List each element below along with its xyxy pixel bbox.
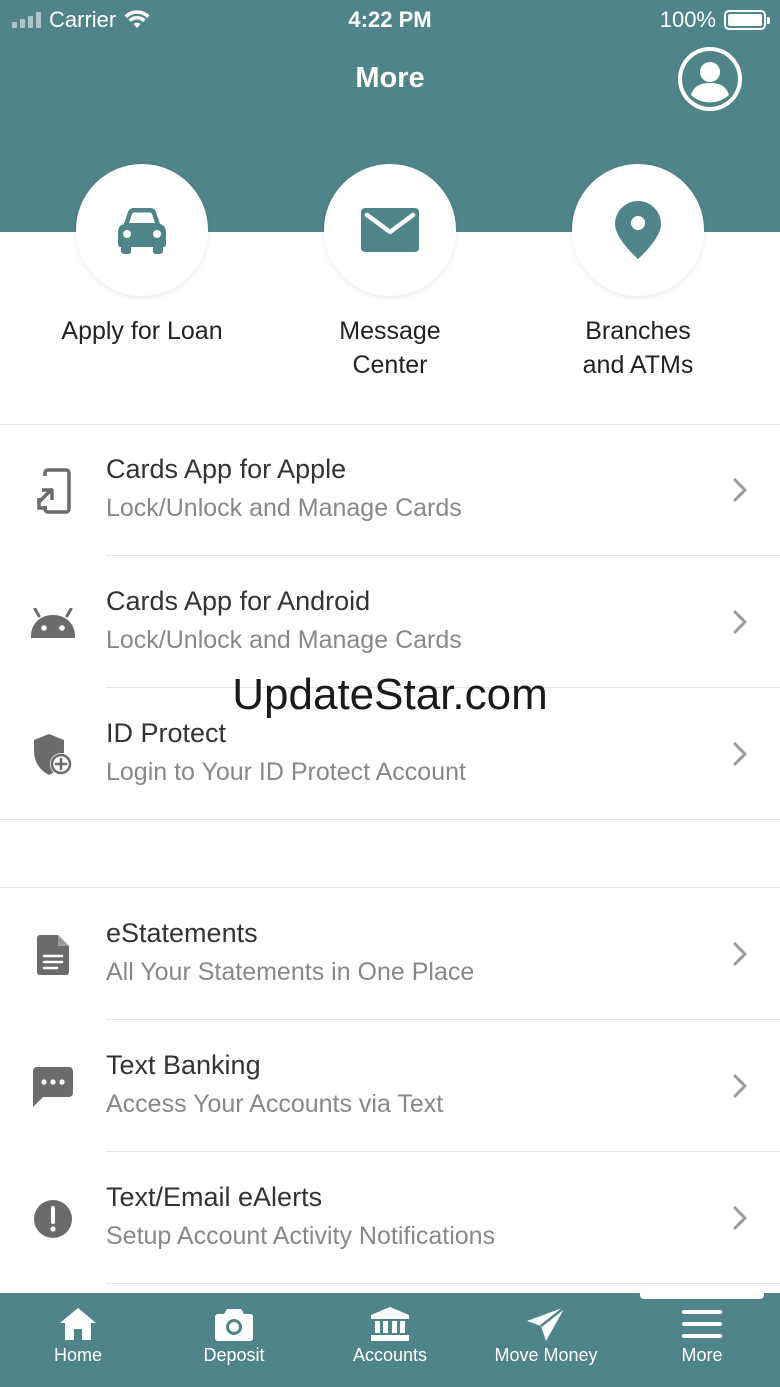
quick-action-circle — [572, 164, 704, 296]
quick-action-circle — [324, 164, 456, 296]
document-icon — [28, 930, 78, 980]
chevron-right-icon — [733, 942, 747, 966]
chevron-right-icon — [733, 478, 747, 502]
shield-plus-icon — [28, 730, 78, 780]
tab-label: Accounts — [352, 1345, 428, 1365]
chevron-right-icon — [733, 610, 747, 634]
tab-deposit[interactable]: Deposit — [156, 1293, 312, 1387]
phone-app-icon — [28, 466, 78, 516]
list-item-estatements[interactable]: eStatements All Your Statements in One P… — [0, 888, 780, 1020]
branches-atms-button[interactable]: Branches and ATMs — [518, 164, 758, 382]
tab-home[interactable]: Home — [0, 1293, 156, 1387]
profile-button[interactable] — [678, 47, 742, 111]
list-item-text-email-ealerts[interactable]: Text/Email eAlerts Setup Account Activit… — [0, 1152, 780, 1284]
tab-label: Home — [53, 1345, 102, 1365]
android-icon — [28, 598, 78, 648]
tab-more[interactable]: More — [624, 1293, 780, 1387]
camera-icon — [215, 1309, 253, 1341]
tab-label: Move Money — [494, 1345, 598, 1365]
tab-bar: Home Deposit Accounts Move Money More — [0, 1293, 780, 1387]
list-item-title: Cards App for Android — [106, 586, 371, 616]
list-item-title: ID Protect — [106, 718, 227, 748]
status-right: 100% — [659, 7, 770, 33]
list-item-title: Text Banking — [106, 1050, 261, 1080]
apply-for-loan-button[interactable]: Apply for Loan — [22, 164, 262, 348]
tab-move-money[interactable]: Move Money — [468, 1293, 624, 1387]
user-icon — [678, 47, 742, 111]
home-icon — [60, 1308, 96, 1340]
chevron-right-icon — [733, 1074, 747, 1098]
quick-action-circle — [76, 164, 208, 296]
menu-icon — [682, 1310, 722, 1338]
tab-label: More — [681, 1345, 723, 1365]
quick-action-label: Branches and ATMs — [582, 317, 694, 379]
list-item-subtitle: Lock/Unlock and Manage Cards — [106, 494, 462, 522]
paper-plane-icon — [527, 1307, 565, 1341]
list-item-title: Text/Email eAlerts — [106, 1182, 323, 1212]
status-bar: Carrier 4:22 PM 100% — [0, 0, 780, 40]
list-item-cards-app-android[interactable]: Cards App for Android Lock/Unlock and Ma… — [0, 556, 780, 688]
list-item-subtitle: Lock/Unlock and Manage Cards — [106, 626, 462, 654]
list-item-subtitle: All Your Statements in One Place — [106, 958, 475, 986]
chat-bubble-icon — [28, 1062, 78, 1112]
list-item-text-banking[interactable]: Text Banking Access Your Accounts via Te… — [0, 1020, 780, 1152]
tab-accounts[interactable]: Accounts — [312, 1293, 468, 1387]
row-divider — [106, 1283, 780, 1284]
list-item-cards-app-apple[interactable]: Cards App for Apple Lock/Unlock and Mana… — [0, 424, 780, 556]
watermark: UpdateStar.com — [232, 670, 548, 719]
list-item-subtitle: Login to Your ID Protect Account — [106, 758, 466, 786]
alert-circle-icon — [28, 1194, 78, 1244]
tab-label: Deposit — [203, 1345, 265, 1365]
map-pin-icon — [615, 201, 661, 259]
list-item-title: eStatements — [106, 918, 258, 948]
list-item-title: Cards App for Apple — [106, 454, 347, 484]
active-tab-indicator — [640, 1293, 764, 1299]
chevron-right-icon — [733, 742, 747, 766]
message-center-button[interactable]: Message Center — [270, 164, 510, 382]
quick-action-label: Message Center — [339, 317, 441, 379]
envelope-icon — [361, 208, 419, 252]
list-item-subtitle: Setup Account Activity Notifications — [106, 1222, 496, 1250]
car-icon — [118, 208, 166, 254]
page-title: More — [355, 62, 425, 94]
battery-percent: 100% — [659, 7, 716, 32]
section-gap — [0, 820, 780, 888]
chevron-right-icon — [733, 1206, 747, 1230]
bank-icon — [371, 1307, 409, 1341]
quick-action-label: Apply for Loan — [61, 317, 223, 345]
battery-icon — [724, 10, 770, 30]
list-item-subtitle: Access Your Accounts via Text — [106, 1090, 444, 1118]
